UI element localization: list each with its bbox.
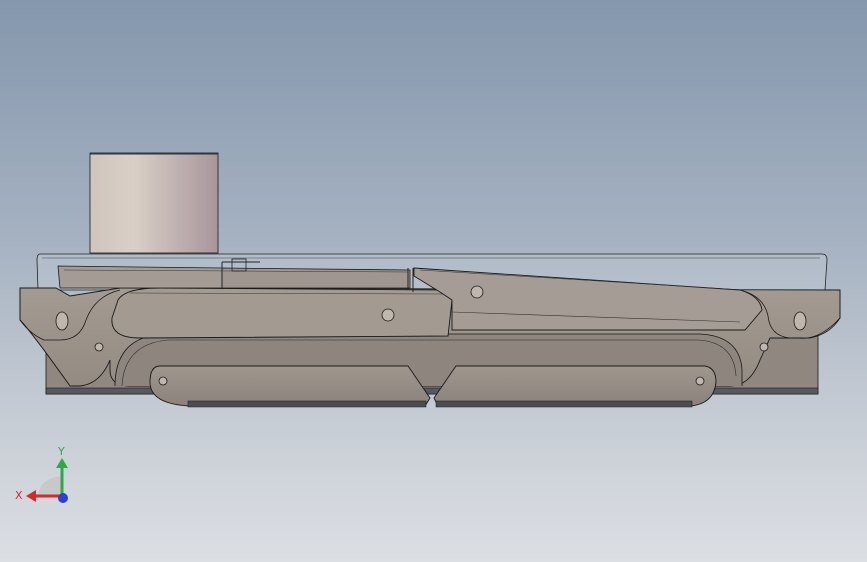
graphics-viewport[interactable]: Y X [0, 0, 867, 562]
model-view[interactable]: Y X [0, 0, 867, 562]
coordinate-triad-icon: Y X [15, 445, 68, 503]
left-pad[interactable] [149, 365, 431, 408]
triad-y-label: Y [57, 445, 65, 458]
left-lever-arm[interactable] [111, 287, 453, 339]
triad-x-label: X [15, 489, 23, 502]
right-pad[interactable] [433, 365, 717, 408]
cylinder-part[interactable] [89, 152, 219, 254]
